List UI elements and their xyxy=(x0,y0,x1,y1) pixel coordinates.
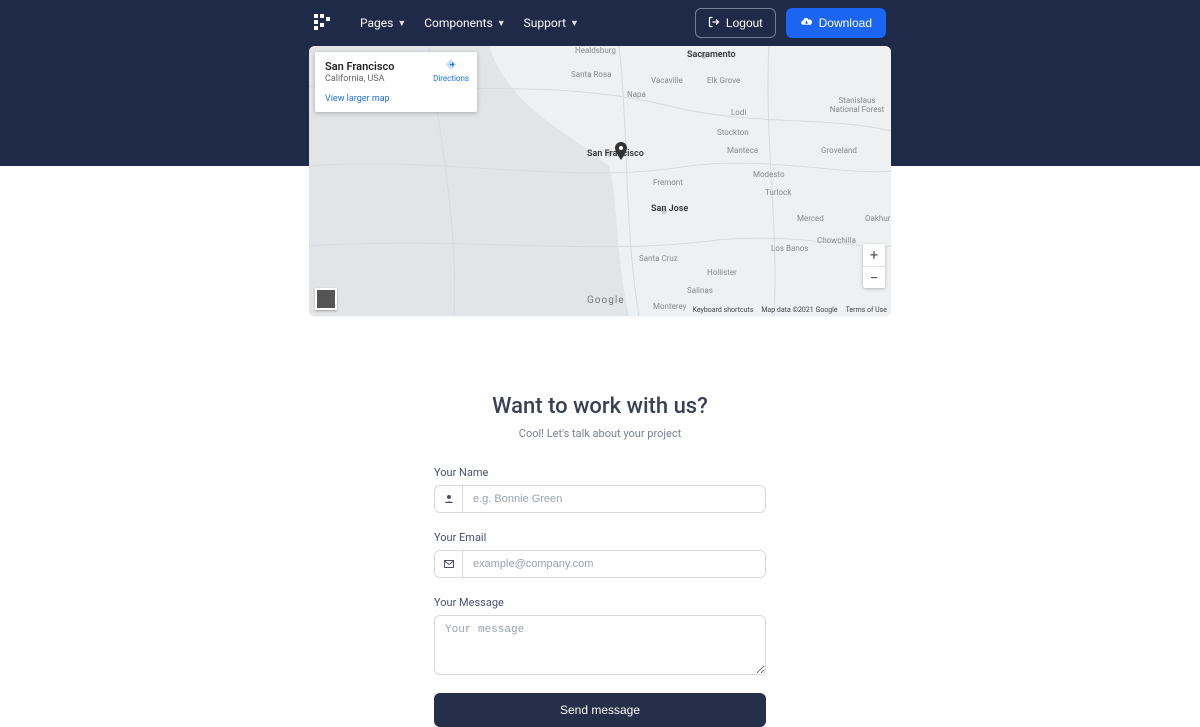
map-data-label: Map data ©2021 Google xyxy=(761,306,837,314)
envelope-icon xyxy=(434,550,462,578)
map-town-label: Stockton xyxy=(717,128,749,137)
nav-label: Support xyxy=(524,16,566,30)
nav-label: Pages xyxy=(360,16,393,30)
zoom-in-button[interactable]: + xyxy=(863,244,885,266)
map-zoom-controls: + − xyxy=(863,244,885,288)
brand-logo[interactable] xyxy=(314,14,332,32)
logout-button[interactable]: Logout xyxy=(695,8,776,38)
nav-label: Components xyxy=(424,16,493,30)
map-town-label: Hollister xyxy=(707,268,737,277)
chevron-down-icon: ▼ xyxy=(570,18,579,29)
terms-link[interactable]: Terms of Use xyxy=(846,306,887,314)
map-town-label: Fremont xyxy=(653,178,683,187)
map-town-label: Vacaville xyxy=(651,76,683,85)
map-town-label: Groveland xyxy=(821,146,857,155)
contact-section: Want to work with us? Cool! Let's talk a… xyxy=(434,394,766,727)
map-town-label: Santa Cruz xyxy=(639,254,678,263)
cloud-download-icon xyxy=(800,15,813,31)
nav-components[interactable]: Components ▼ xyxy=(424,16,505,30)
map-town-label: Manteca xyxy=(727,146,758,155)
map-town-label: Lodi xyxy=(731,108,746,117)
directions-label: Directions xyxy=(433,74,469,83)
name-input[interactable] xyxy=(462,485,766,513)
email-label: Your Email xyxy=(434,531,766,544)
map-town-label: Salinas xyxy=(687,286,713,295)
map-town-label: Healdsburg xyxy=(575,46,616,55)
contact-lead: Cool! Let's talk about your project xyxy=(434,427,766,440)
map-town-label: Elk Grove xyxy=(707,76,740,85)
name-label: Your Name xyxy=(434,466,766,479)
send-message-button[interactable]: Send message xyxy=(434,693,766,727)
map-town-label: Napa xyxy=(627,90,646,99)
directions-link[interactable]: Directions xyxy=(433,58,469,83)
map-city-label: San Jose xyxy=(651,204,688,214)
chevron-down-icon: ▼ xyxy=(397,18,406,29)
chevron-down-icon: ▼ xyxy=(497,18,506,29)
map-town-label: Monterey xyxy=(653,302,686,311)
nav-pages[interactable]: Pages ▼ xyxy=(360,16,406,30)
view-larger-map-link[interactable]: View larger map xyxy=(325,94,467,104)
logout-icon xyxy=(708,16,720,31)
message-label: Your Message xyxy=(434,596,766,609)
map-town-label: Santa Rosa xyxy=(571,70,611,79)
button-label: Logout xyxy=(726,16,763,30)
map-town-label: Modesto xyxy=(753,170,785,179)
map-city-label: Sacramento xyxy=(687,50,736,60)
map-town-label: Los Banos xyxy=(771,244,808,253)
map-pin-icon xyxy=(615,142,627,160)
map-info-card: San Francisco California, USA View large… xyxy=(315,52,477,112)
top-nav: Pages ▼ Components ▼ Support ▼ Logout Downl… xyxy=(0,0,1200,46)
map-town-label: Oakhurst xyxy=(865,214,891,223)
directions-icon xyxy=(444,58,458,72)
contact-heading: Want to work with us? xyxy=(434,394,766,419)
zoom-out-button[interactable]: − xyxy=(863,266,885,288)
map-town-label: Merced xyxy=(797,214,824,223)
google-logo: Google xyxy=(587,295,625,306)
map-credits: Keyboard shortcuts Map data ©2021 Google… xyxy=(693,306,887,314)
nav-support[interactable]: Support ▼ xyxy=(524,16,579,30)
user-icon xyxy=(434,485,462,513)
email-input[interactable] xyxy=(462,550,766,578)
button-label: Download xyxy=(819,16,872,30)
map-forest-label: Stanislaus National Forest xyxy=(827,96,887,114)
map-street-thumb[interactable] xyxy=(315,288,337,310)
map-town-label: Chowchilla xyxy=(817,236,856,245)
map-embed[interactable]: Sacramento San Jose San Francisco Santa … xyxy=(309,46,891,316)
message-textarea[interactable] xyxy=(434,615,766,675)
keyboard-shortcuts-link[interactable]: Keyboard shortcuts xyxy=(693,306,754,314)
map-town-label: Turlock xyxy=(765,188,791,197)
download-button[interactable]: Download xyxy=(786,8,886,38)
